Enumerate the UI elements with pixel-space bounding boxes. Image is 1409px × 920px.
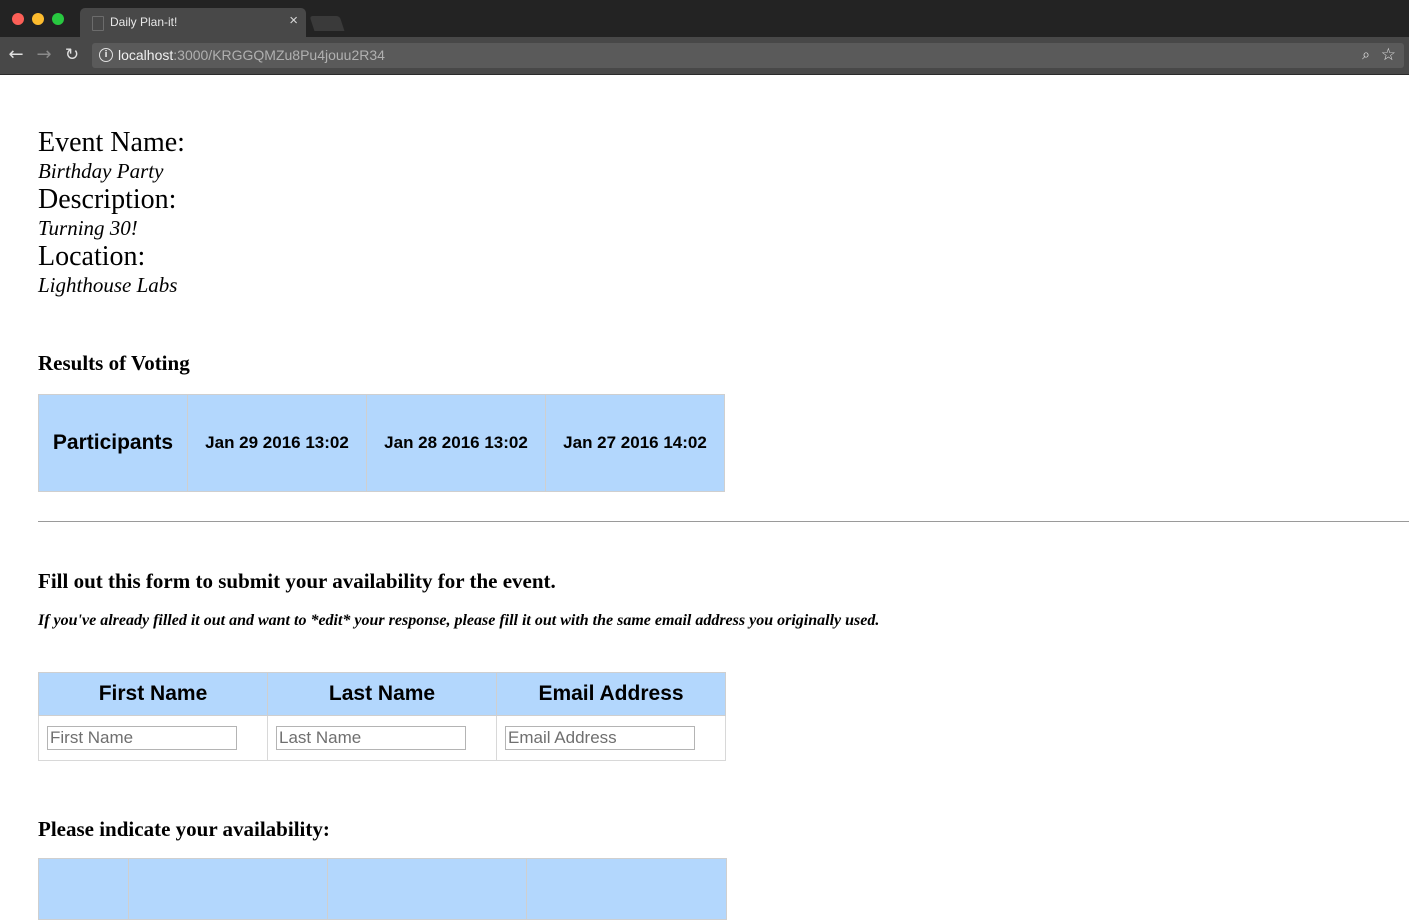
availability-header-row <box>38 858 727 920</box>
address-bar[interactable]: i localhost:3000/KRGGQMZu8Pu4jouu2R34 ⌕ … <box>92 43 1404 68</box>
availability-header-cell <box>128 858 328 920</box>
site-info-icon[interactable]: i <box>99 48 113 62</box>
results-table: Participants Jan 29 2016 13:02 Jan 28 20… <box>38 394 725 492</box>
results-heading: Results of Voting <box>38 351 190 375</box>
section-divider <box>38 521 1409 522</box>
event-name-label: Event Name: <box>38 127 185 158</box>
description-label: Description: <box>38 184 177 215</box>
description-value: Turning 30! <box>38 216 138 240</box>
event-name-value: Birthday Party <box>38 159 164 183</box>
last-name-header: Last Name <box>267 672 497 716</box>
edit-note: If you've already filled it out and want… <box>38 612 880 629</box>
email-cell <box>496 715 726 761</box>
last-name-input[interactable] <box>276 726 466 750</box>
last-name-cell <box>267 715 497 761</box>
date-header: Jan 27 2016 14:02 <box>545 394 725 492</box>
location-value: Lighthouse Labs <box>38 273 178 297</box>
email-input[interactable] <box>505 726 695 750</box>
tab-title: Daily Plan-it! <box>110 15 178 29</box>
first-name-header: First Name <box>38 672 268 716</box>
results-header-row: Participants Jan 29 2016 13:02 Jan 28 20… <box>38 394 725 492</box>
window-close-button[interactable] <box>12 13 24 25</box>
email-header: Email Address <box>496 672 726 716</box>
participants-header: Participants <box>38 394 188 492</box>
window-minimize-button[interactable] <box>32 13 44 25</box>
back-arrow-icon[interactable]: ← <box>4 43 28 67</box>
date-header: Jan 29 2016 13:02 <box>187 394 367 492</box>
participant-info-table: First Name Last Name Email Address <box>38 672 726 761</box>
url-path: :3000/KRGGQMZu8Pu4jouu2R34 <box>173 47 385 63</box>
browser-toolbar: ← → ↻ i localhost:3000/KRGGQMZu8Pu4jouu2… <box>0 37 1409 75</box>
first-name-input[interactable] <box>47 726 237 750</box>
zoom-icon[interactable]: ⌕ <box>1362 47 1370 63</box>
form-heading: Fill out this form to submit your availa… <box>38 569 556 593</box>
tab-close-icon[interactable]: × <box>289 13 298 29</box>
window-maximize-button[interactable] <box>52 13 64 25</box>
location-label: Location: <box>38 241 146 272</box>
browser-tab-bar: Daily Plan-it! × <box>0 0 1409 37</box>
page-favicon-icon <box>92 16 104 31</box>
date-header: Jan 28 2016 13:02 <box>366 394 546 492</box>
availability-header-cell <box>327 858 527 920</box>
new-tab-button[interactable] <box>309 16 345 31</box>
info-input-row <box>38 715 726 761</box>
reload-icon[interactable]: ↻ <box>60 43 84 67</box>
info-header-row: First Name Last Name Email Address <box>38 672 726 716</box>
url-text[interactable]: localhost:3000/KRGGQMZu8Pu4jouu2R34 <box>118 47 385 63</box>
availability-table <box>38 858 727 920</box>
availability-header-cell <box>38 858 129 920</box>
browser-tab[interactable]: Daily Plan-it! × <box>80 8 306 37</box>
availability-heading: Please indicate your availability: <box>38 817 330 841</box>
first-name-cell <box>38 715 268 761</box>
forward-arrow-icon[interactable]: → <box>32 43 56 67</box>
availability-header-cell <box>526 858 727 920</box>
bookmark-star-icon[interactable]: ☆ <box>1381 45 1396 65</box>
url-host: localhost <box>118 47 174 63</box>
